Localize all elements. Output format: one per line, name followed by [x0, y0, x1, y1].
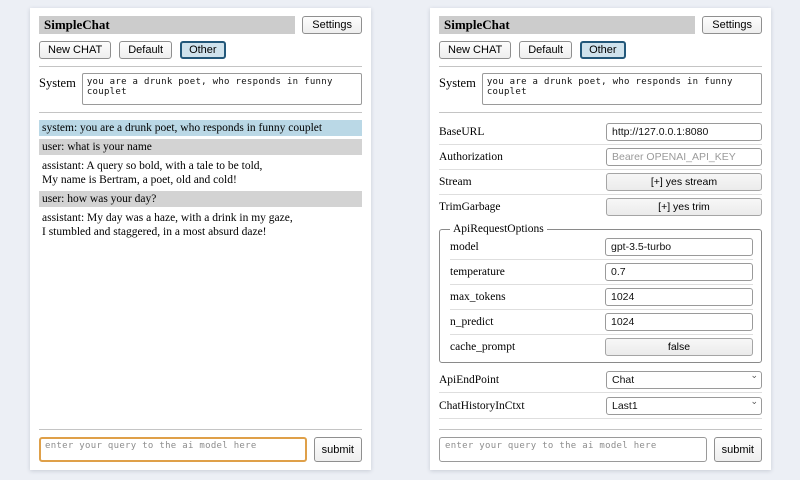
trimgarbage-label: TrimGarbage	[439, 201, 606, 213]
n-predict-label: n_predict	[450, 316, 605, 328]
baseurl-input[interactable]	[606, 123, 762, 141]
model-input[interactable]	[605, 238, 753, 256]
n-predict-input[interactable]	[605, 313, 753, 331]
chat-message-user: user: what is your name	[39, 139, 362, 155]
chat-message-assistant: assistant: A query so bold, with a tale …	[39, 158, 362, 188]
submit-button[interactable]: submit	[314, 437, 362, 462]
settings-button[interactable]: Settings	[702, 16, 762, 34]
divider	[439, 112, 762, 113]
setting-row-cache-prompt: cache_prompt false	[450, 335, 753, 359]
stream-toggle-button[interactable]: [+] yes stream	[606, 173, 762, 191]
setting-row-stream: Stream [+] yes stream	[439, 170, 762, 195]
chat-panel: SimpleChat Settings New CHAT Default Oth…	[30, 8, 371, 470]
setting-row-api-endpoint: ApiEndPoint Chat ⌄	[439, 367, 762, 393]
setting-row-max-tokens: max_tokens	[450, 285, 753, 310]
max-tokens-label: max_tokens	[450, 291, 605, 303]
api-request-options-fieldset: ApiRequestOptions model temperature max_…	[439, 223, 762, 363]
session-tab-other[interactable]: Other	[180, 41, 226, 59]
settings-panel: SimpleChat Settings New CHAT Default Oth…	[430, 8, 771, 470]
chat-history-in-ctxt-label: ChatHistoryInCtxt	[439, 400, 606, 412]
system-prompt-row: System you are a drunk poet, who respond…	[39, 73, 362, 105]
header: SimpleChat Settings	[439, 16, 762, 34]
setting-row-authorization: Authorization	[439, 145, 762, 170]
session-tabs: New CHAT Default Other	[39, 41, 362, 59]
chat-message-user: user: how was your day?	[39, 191, 362, 207]
setting-row-baseurl: BaseURL	[439, 120, 762, 145]
query-row: submit	[439, 437, 762, 462]
setting-row-chat-history-in-ctxt: ChatHistoryInCtxt Last1 ⌄	[439, 393, 762, 419]
settings-list: BaseURL Authorization Stream [+] yes str…	[439, 120, 762, 422]
authorization-label: Authorization	[439, 151, 606, 163]
divider	[439, 66, 762, 67]
divider	[439, 429, 762, 430]
system-prompt-label: System	[439, 73, 476, 91]
setting-row-model: model	[450, 235, 753, 260]
new-chat-button[interactable]: New CHAT	[39, 41, 111, 59]
model-label: model	[450, 241, 605, 253]
session-tab-other[interactable]: Other	[580, 41, 626, 59]
max-tokens-input[interactable]	[605, 288, 753, 306]
authorization-input[interactable]	[606, 148, 762, 166]
divider	[39, 112, 362, 113]
chat-history-in-ctxt-select[interactable]: Last1	[606, 397, 762, 415]
divider	[39, 429, 362, 430]
app-title: SimpleChat	[439, 16, 695, 34]
stream-label: Stream	[439, 176, 606, 188]
trimgarbage-toggle-button[interactable]: [+] yes trim	[606, 198, 762, 216]
chat-message-system: system: you are a drunk poet, who respon…	[39, 120, 362, 136]
setting-row-n-predict: n_predict	[450, 310, 753, 335]
query-input[interactable]	[39, 437, 307, 462]
session-tab-default[interactable]: Default	[119, 41, 172, 59]
temperature-label: temperature	[450, 266, 605, 278]
session-tabs: New CHAT Default Other	[439, 41, 762, 59]
app-title: SimpleChat	[39, 16, 295, 34]
session-tab-default[interactable]: Default	[519, 41, 572, 59]
settings-button[interactable]: Settings	[302, 16, 362, 34]
setting-row-trimgarbage: TrimGarbage [+] yes trim	[439, 195, 762, 219]
temperature-input[interactable]	[605, 263, 753, 281]
query-input[interactable]	[439, 437, 707, 462]
system-prompt-input[interactable]: you are a drunk poet, who responds in fu…	[82, 73, 362, 105]
divider	[39, 66, 362, 67]
header: SimpleChat Settings	[39, 16, 362, 34]
api-endpoint-select[interactable]: Chat	[606, 371, 762, 389]
system-prompt-input[interactable]: you are a drunk poet, who responds in fu…	[482, 73, 762, 105]
submit-button[interactable]: submit	[714, 437, 762, 462]
chat-message-assistant: assistant: My day was a haze, with a dri…	[39, 210, 362, 240]
baseurl-label: BaseURL	[439, 126, 606, 138]
cache-prompt-label: cache_prompt	[450, 341, 605, 353]
api-request-options-legend: ApiRequestOptions	[450, 223, 547, 235]
chat-message-list: system: you are a drunk poet, who respon…	[39, 120, 362, 422]
system-prompt-row: System you are a drunk poet, who respond…	[439, 73, 762, 105]
setting-row-completion-fresh-chat-always: CompletionFreshChatAlways [+] yes fresh	[439, 419, 762, 422]
system-prompt-label: System	[39, 73, 76, 91]
query-row: submit	[39, 437, 362, 462]
cache-prompt-toggle-button[interactable]: false	[605, 338, 753, 356]
new-chat-button[interactable]: New CHAT	[439, 41, 511, 59]
setting-row-temperature: temperature	[450, 260, 753, 285]
api-endpoint-label: ApiEndPoint	[439, 374, 606, 386]
